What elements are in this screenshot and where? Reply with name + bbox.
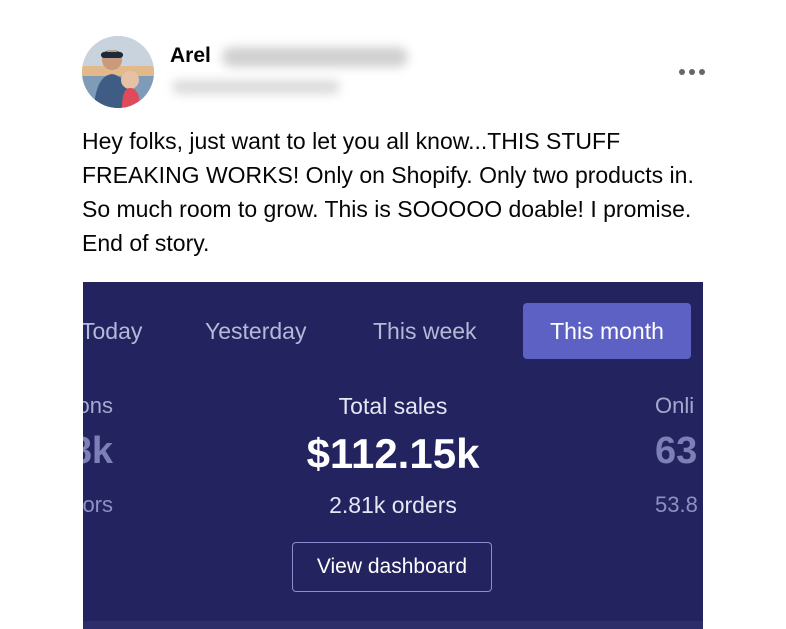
sessions-value: 8k (83, 430, 113, 472)
more-options-icon[interactable] (672, 60, 712, 84)
online-store-value: 63 (655, 430, 698, 472)
dot (689, 69, 695, 75)
tab-yesterday[interactable]: Yesterday (205, 303, 306, 359)
orders-count: 2.81k orders (329, 492, 457, 518)
shopify-sales-screenshot[interactable]: Today Yesterday This week This month ion… (83, 282, 703, 629)
author-avatar[interactable] (82, 36, 154, 108)
redacted-post-date (172, 80, 340, 94)
avatar-photo (82, 36, 154, 108)
total-sales-label: Total sales (338, 393, 448, 419)
visitors-label: itors (83, 492, 113, 517)
online-store-sub: 53.8 (655, 492, 698, 517)
author-name[interactable]: Arel (170, 44, 211, 68)
dot (699, 69, 705, 75)
facebook-post: Arel Hey folks, just want to let you all… (0, 0, 786, 629)
tab-this-month[interactable]: This month (523, 303, 691, 359)
sessions-label: ions (83, 393, 113, 418)
tab-today[interactable]: Today (83, 303, 142, 359)
online-store-label: Onli (655, 393, 695, 418)
dot (679, 69, 685, 75)
tab-this-week[interactable]: This week (373, 303, 477, 359)
redacted-author-surname (222, 47, 408, 67)
post-text: Hey folks, just want to let you all know… (82, 128, 694, 256)
screenshot-bottom-strip (83, 621, 703, 629)
total-sales-value: $112.15k (306, 430, 480, 477)
view-dashboard-button[interactable]: View dashboard (292, 542, 492, 592)
